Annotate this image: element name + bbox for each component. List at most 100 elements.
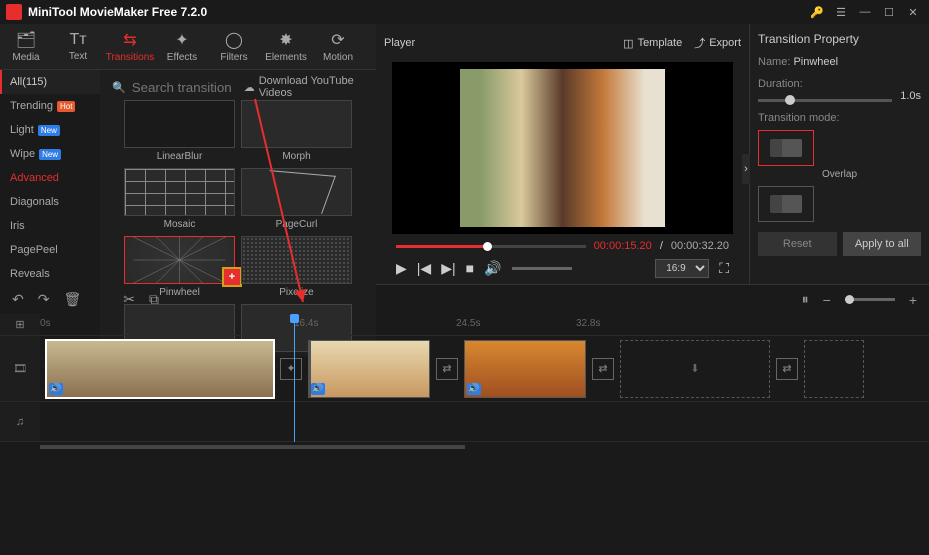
prev-button[interactable]: |◀ <box>417 260 431 277</box>
volume-slider[interactable] <box>512 267 572 270</box>
menu-icon[interactable]: ☰ <box>831 2 851 22</box>
new-badge: New <box>39 149 61 160</box>
prop-duration-value: 1.0s <box>900 90 921 102</box>
collapse-properties-button[interactable]: › <box>742 154 750 184</box>
tab-transitions[interactable]: ⇆Transitions <box>104 24 156 70</box>
clip-audio-icon: 🔊 <box>49 383 63 395</box>
audio-track[interactable] <box>40 402 929 442</box>
clip-2[interactable]: 🔊 <box>308 340 430 398</box>
redo-button[interactable]: ↷ <box>38 291 50 308</box>
clip-1[interactable]: 🔊 <box>46 340 274 398</box>
clip-audio-icon: 🔊 <box>311 383 325 395</box>
video-track[interactable]: 🔊 ✦ 🔊 ⇄ 🔊 ⇄ ⬇ ⇄ <box>40 336 929 402</box>
title-bar: MiniTool MovieMaker Free 7.2.0 🔑 ☰ — ☐ ✕ <box>0 0 929 24</box>
clip-3[interactable]: 🔊 <box>464 340 586 398</box>
aspect-select[interactable]: 16:9 <box>655 259 709 278</box>
drop-clip-slot[interactable] <box>804 340 864 398</box>
pinwheel-icon <box>125 237 234 283</box>
motion-icon: ⟳ <box>331 30 344 50</box>
tab-motion[interactable]: ⟳Motion <box>312 24 364 70</box>
transition-pagecurl[interactable]: PageCurl <box>241 168 352 230</box>
mode-other[interactable] <box>758 186 814 222</box>
tab-text[interactable]: TᴛText <box>52 24 104 70</box>
transition-linearblur[interactable]: LinearBlur <box>124 100 235 162</box>
category-wipe[interactable]: WipeNew <box>0 142 100 166</box>
progress-slider[interactable] <box>396 245 586 248</box>
fullscreen-button[interactable]: ⛶ <box>719 260 729 277</box>
prop-duration-label: Duration: <box>758 78 921 90</box>
prop-mode-label: Transition mode: <box>758 112 921 124</box>
category-pagepeel[interactable]: PagePeel <box>0 238 100 262</box>
video-track-icon: 🎞 <box>0 336 40 402</box>
effects-icon: ✦ <box>175 30 188 50</box>
export-button[interactable]: ⤴Export <box>694 35 741 51</box>
prop-name-value: Pinwheel <box>793 56 838 68</box>
transition-slot-3[interactable]: ⇄ <box>592 358 614 380</box>
add-transition-button[interactable]: + <box>222 267 242 287</box>
app-logo-icon <box>6 4 22 20</box>
folder-icon: 🗂 <box>16 30 36 50</box>
search-icon[interactable]: 🔍 <box>112 81 126 94</box>
transition-mosaic[interactable]: Mosaic <box>124 168 235 230</box>
new-badge: New <box>38 125 60 136</box>
hot-badge: Hot <box>57 101 75 112</box>
ruler-mark: 0s <box>40 318 51 329</box>
upgrade-key-icon[interactable]: 🔑 <box>807 2 827 22</box>
cloud-download-icon: ☁ <box>244 81 255 94</box>
clip-audio-icon: 🔊 <box>467 383 481 395</box>
play-button[interactable]: ▶ <box>396 260 407 277</box>
transition-slot-4[interactable]: ⇄ <box>776 358 798 380</box>
timeline-ruler[interactable]: 0s 16.4s 24.5s 32.8s <box>40 314 929 336</box>
zoom-slider[interactable] <box>845 298 895 301</box>
prop-name-label: Name: <box>758 56 790 68</box>
zoom-out-button[interactable]: − <box>823 292 831 308</box>
ruler-mark: 32.8s <box>576 318 600 329</box>
transition-pixelize[interactable]: Pixelize <box>241 236 352 298</box>
transition-slot-1[interactable]: ✦ <box>280 358 302 380</box>
close-icon[interactable]: ✕ <box>903 2 923 22</box>
tab-effects[interactable]: ✦Effects <box>156 24 208 70</box>
volume-icon[interactable]: 🔊 <box>484 260 501 277</box>
download-youtube-link[interactable]: ☁Download YouTube Videos <box>244 75 364 99</box>
category-iris[interactable]: Iris <box>0 214 100 238</box>
category-reveals[interactable]: Reveals <box>0 262 100 286</box>
time-current: 00:00:15.20 <box>594 240 652 252</box>
duration-slider[interactable] <box>758 99 892 102</box>
category-light[interactable]: LightNew <box>0 118 100 142</box>
tab-media[interactable]: 🗂Media <box>0 24 52 70</box>
minimize-icon[interactable]: — <box>855 2 875 22</box>
video-preview[interactable] <box>392 62 733 234</box>
stop-button[interactable]: ■ <box>466 260 474 276</box>
zoom-in-button[interactable]: + <box>909 292 917 308</box>
transition-morph[interactable]: Morph <box>241 100 352 162</box>
main-toolbar: 🗂Media TᴛText ⇆Transitions ✦Effects ◯Fil… <box>0 24 376 70</box>
category-diagonals[interactable]: Diagonals <box>0 190 100 214</box>
reset-button[interactable]: Reset <box>758 232 837 256</box>
next-button[interactable]: ▶| <box>441 260 455 277</box>
tab-elements[interactable]: ✸Elements <box>260 24 312 70</box>
transitions-icon: ⇆ <box>123 30 136 50</box>
delete-button[interactable]: 🗑 <box>63 291 81 308</box>
transition-slot-2[interactable]: ⇄ <box>436 358 458 380</box>
apply-all-button[interactable]: Apply to all <box>843 232 922 256</box>
template-button[interactable]: ◫Template <box>623 37 682 50</box>
category-trending[interactable]: TrendingHot <box>0 94 100 118</box>
undo-button[interactable]: ↶ <box>12 291 24 308</box>
tab-filters[interactable]: ◯Filters <box>208 24 260 70</box>
playhead[interactable] <box>294 314 295 442</box>
time-separator: / <box>660 240 663 252</box>
player-title: Player <box>384 37 611 49</box>
add-track-button[interactable]: ⊞ <box>0 314 40 336</box>
mode-overlap[interactable] <box>758 130 814 166</box>
search-input[interactable] <box>132 80 232 95</box>
timeline-scrollbar[interactable] <box>0 442 929 452</box>
speed-icon[interactable]: ⏸ <box>802 291 809 308</box>
category-advanced[interactable]: Advanced <box>0 166 100 190</box>
category-all[interactable]: All(115) <box>0 70 100 94</box>
properties-title: Transition Property <box>758 32 921 46</box>
template-icon: ◫ <box>623 37 633 50</box>
transition-pinwheel[interactable]: + Pinwheel <box>124 236 235 298</box>
export-icon: ⤴ <box>694 35 705 51</box>
maximize-icon[interactable]: ☐ <box>879 2 899 22</box>
drop-clip-slot[interactable]: ⬇ <box>620 340 770 398</box>
